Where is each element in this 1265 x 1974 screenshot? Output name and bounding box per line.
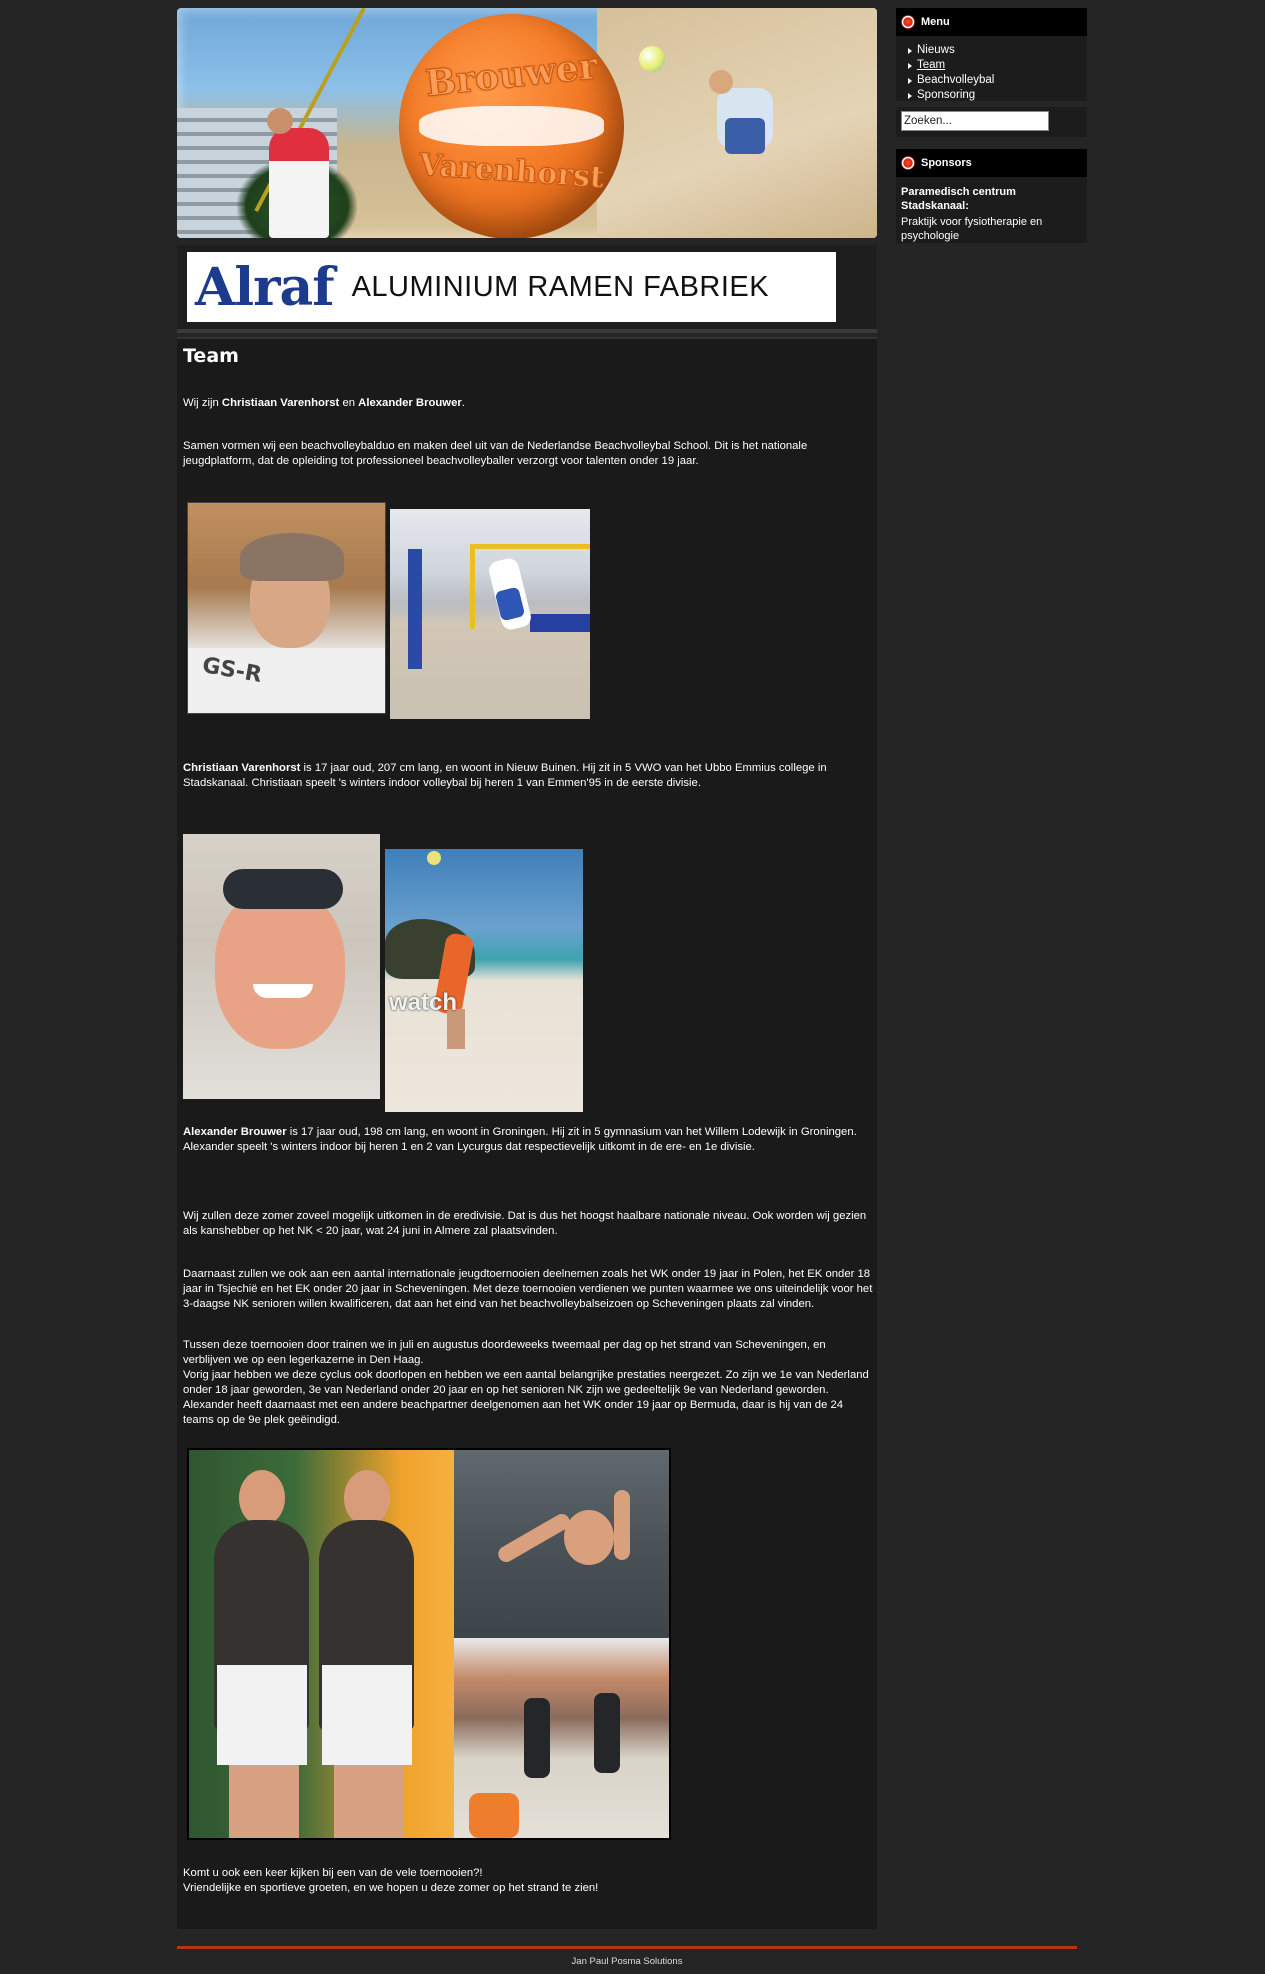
action-board-text: watch (389, 989, 458, 1016)
banner-player-left (269, 128, 329, 238)
page-title: Team (183, 345, 239, 367)
christiaan-name: Christiaan Varenhorst (183, 762, 301, 774)
footer-divider (177, 1946, 1077, 1949)
portrait-cap (240, 533, 344, 581)
paragraph-groeten: Vriendelijke en sportieve groeten, en we… (183, 1882, 599, 1894)
header-banner: Brouwer Varenhorst (177, 8, 877, 238)
menu-item-label: Beachvolleybal (917, 74, 995, 86)
bullet-circle-icon (901, 15, 915, 29)
portrait-sunglasses (223, 869, 343, 909)
action-pole (408, 549, 422, 669)
menu-item-nieuws[interactable]: Nieuws (908, 43, 994, 58)
sponsor-description: Praktijk voor fysiotherapie en psycholog… (901, 216, 1043, 242)
shirt-print: GS-R (200, 652, 264, 689)
swimmer-raised-arm (614, 1490, 630, 1560)
ad-text: ALUMINIUM RAMEN FABRIEK (351, 270, 770, 303)
menu-box: Menu Nieuws Team Beachvolleybal Sponsori… (896, 8, 1087, 101)
sponsors-box: Sponsors Paramedisch centrum Stadskanaal… (896, 149, 1087, 243)
bullet-circle-icon (901, 156, 915, 170)
ball-band (419, 106, 604, 146)
main-menu: Nieuws Team Beachvolleybal Sponsoring (908, 43, 994, 103)
swimmer-head (564, 1510, 614, 1565)
intro-text-e: . (461, 397, 465, 409)
ball-text-bottom: Varenhorst (417, 147, 606, 196)
alexander-action-photo: watch (385, 849, 583, 1112)
banner-player-right-head (709, 70, 733, 94)
ball-text-top: Brouwer (423, 45, 600, 106)
alexander-name: Alexander Brouwer (183, 1126, 287, 1138)
intro-name-christiaan: Christiaan Varenhorst (221, 397, 340, 409)
collage-medal-photo (189, 1450, 454, 1838)
paragraph-komt: Komt u ook een keer kijken bij een van d… (183, 1867, 483, 1879)
action-ball (427, 851, 441, 865)
paragraph-eredivisie: Wij zullen deze zomer zoveel mogelijk ui… (183, 1210, 867, 1237)
alexander-portrait-photo (183, 834, 380, 1099)
ad-logo: Alraf (195, 256, 335, 318)
christiaan-action-photo (390, 509, 590, 719)
menu-item-team[interactable]: Team (908, 58, 994, 73)
match-spectator (469, 1793, 519, 1838)
player-shorts-right (322, 1665, 412, 1765)
menu-item-sponsoring[interactable]: Sponsoring (908, 88, 994, 103)
portrait-smile (253, 984, 313, 998)
menu-item-label: Sponsoring (917, 89, 976, 101)
match-player-a (524, 1698, 550, 1778)
action-adboard (530, 614, 590, 632)
main-content: Team Wij zijn Christiaan Varenhorst en A… (177, 337, 877, 1929)
paragraph-trainen: Tussen deze toernooien door trainen we i… (183, 1339, 826, 1366)
paragraph-christiaan: Christiaan Varenhorst is 17 jaar oud, 20… (183, 761, 873, 791)
menu-box-header: Menu (896, 8, 1087, 36)
intro-name-alexander: Alexander Brouwer (358, 397, 462, 409)
intro-text-a: Wij zijn (183, 397, 222, 409)
portrait-shirt: GS-R (188, 648, 385, 713)
banner-player-left-head (267, 108, 293, 134)
player-shorts-left (217, 1665, 307, 1765)
paragraph-alexander: Alexander Brouwer is 17 jaar oud, 198 cm… (183, 1125, 873, 1155)
menu-title: Menu (921, 16, 950, 28)
team-photo-collage (187, 1448, 671, 1840)
christiaan-portrait-photo: GS-R (187, 502, 386, 714)
search-box (896, 107, 1087, 137)
paragraph-vorig-jaar: Vorig jaar hebben we deze cyclus ook doo… (183, 1369, 869, 1426)
intro-text-c: en (339, 397, 359, 409)
menu-item-label: Nieuws (917, 44, 955, 56)
portrait-face (215, 889, 345, 1049)
paragraph-samen: Samen vormen wij een beachvolleybalduo e… (183, 440, 808, 467)
intro-paragraph: Wij zijn Christiaan Varenhorst en Alexan… (183, 396, 873, 411)
sponsors-title: Sponsors (921, 157, 972, 169)
footer-credit[interactable]: Jan Paul Posma Solutions (177, 1956, 1077, 1967)
match-player-b (594, 1693, 620, 1773)
sponsors-box-header: Sponsors (896, 149, 1087, 177)
player-head-right (344, 1470, 390, 1526)
sponsor-name[interactable]: Paramedisch centrum Stadskanaal: (901, 185, 1071, 213)
player-head-left (239, 1470, 285, 1526)
banner-player-right-shorts (725, 118, 765, 154)
collage-match-photo (454, 1638, 669, 1838)
player-legs-right (334, 1765, 404, 1838)
collage-water-photo (454, 1450, 669, 1638)
banner-volleyball-logo: Brouwer Varenhorst (399, 14, 624, 238)
menu-item-label: Team (917, 59, 946, 71)
player-legs-left (229, 1765, 299, 1838)
menu-item-beachvolleybal[interactable]: Beachvolleybal (908, 73, 994, 88)
search-input[interactable] (901, 111, 1049, 131)
swimmer-arm (495, 1511, 573, 1565)
sponsor-ad-banner[interactable]: Alraf ALUMINIUM RAMEN FABRIEK (187, 252, 836, 322)
banner-small-ball (639, 46, 665, 72)
ad-strip: Alraf ALUMINIUM RAMEN FABRIEK (177, 245, 877, 333)
paragraph-internationaal: Daarnaast zullen we ook aan een aantal i… (183, 1268, 873, 1310)
